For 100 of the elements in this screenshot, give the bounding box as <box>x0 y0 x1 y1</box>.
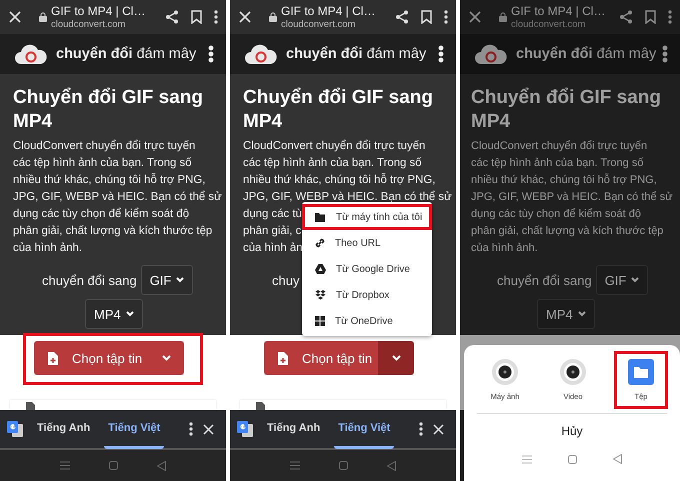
more-icon[interactable] <box>419 422 423 436</box>
dropbox-icon <box>315 290 326 300</box>
format-select[interactable]: GIF <box>140 265 194 295</box>
more-icon[interactable] <box>208 45 214 63</box>
paragraph-line: các tệp hình ảnh của bạn. Trong số <box>13 157 192 169</box>
paragraph-line: dụng các tùy chọn để kiểm soát độ <box>13 208 190 220</box>
page-url: cloudconvert.com <box>511 18 586 30</box>
chevron-icon <box>162 355 170 361</box>
cloud-logo-icon[interactable] <box>474 43 508 65</box>
convert-label: chuy <box>272 272 300 288</box>
share-icon[interactable] <box>619 10 633 24</box>
menu-icon[interactable] <box>290 461 300 470</box>
more-icon[interactable] <box>189 422 193 436</box>
page-heading: Chuyển đổi GIF sang MP4 <box>13 86 204 134</box>
translate-icon[interactable] <box>237 421 253 437</box>
home-icon[interactable] <box>568 454 577 464</box>
paragraph-line: của hình ảnh. <box>13 242 82 254</box>
format-select[interactable]: GIF <box>596 265 648 295</box>
back-icon[interactable] <box>387 460 396 470</box>
paragraph-line: JPG, GIF, WEBP và HEIC. Bạn có thể sử <box>243 191 452 203</box>
paragraph-line: CloudConvert chuyển đổi trực tuyến <box>13 140 196 152</box>
chevron-icon <box>578 311 586 317</box>
lock-icon <box>269 12 277 22</box>
back-icon[interactable] <box>157 460 166 470</box>
more-icon[interactable] <box>662 45 668 63</box>
paragraph-line: CloudConvert chuyển đổi trực tuyến <box>471 140 648 152</box>
paragraph-line: của hình ảnh. <box>471 242 538 254</box>
dropdown-toggle-button[interactable] <box>378 341 414 375</box>
paragraph-line: JPG, GIF, WEBP và HEIC. Bạn có thể sử <box>13 191 222 203</box>
back-icon[interactable] <box>613 454 622 464</box>
page-title: GIF to MP4 | Cl… <box>281 4 376 18</box>
menu-item[interactable]: Từ máy tính của tôi <box>302 204 432 230</box>
share-icon[interactable] <box>165 10 179 24</box>
paragraph-line: nhiều thứ khác, chúng tôi hỗ trợ PNG, <box>13 174 206 186</box>
language-tab[interactable]: Tiếng Anh <box>33 409 94 449</box>
brand-name[interactable]: chuyển đổi đám mây <box>516 46 656 62</box>
paragraph-line: phân giải, chất lượng và kích thước tệp <box>13 225 212 237</box>
page-url: cloudconvert.com <box>281 18 356 30</box>
bookmark-icon[interactable] <box>645 10 656 24</box>
convert-label: chuyển đổi sang <box>42 272 137 288</box>
home-icon[interactable] <box>338 461 348 470</box>
more-icon[interactable] <box>444 10 448 24</box>
chevron-icon <box>126 311 134 317</box>
close-icon[interactable] <box>469 11 481 23</box>
page-heading: Chuyển đổi GIF sang MP4 <box>243 86 434 134</box>
dropdown-toggle-button[interactable] <box>148 341 184 375</box>
page-heading: Chuyển đổi GIF sang MP4 <box>471 86 662 134</box>
close-icon[interactable] <box>9 11 21 23</box>
bookmark-icon[interactable] <box>421 10 432 24</box>
paragraph-line: JPG, GIF, WEBP và HEIC. Bạn có thể sử <box>471 191 673 203</box>
convert-label: chuyển đổi sang <box>497 272 592 288</box>
menu-icon[interactable] <box>60 461 70 470</box>
paragraph-line: nhiều thứ khác, chúng tôi hỗ trợ PNG, <box>243 174 436 186</box>
cloud-logo-icon[interactable] <box>14 43 48 65</box>
page-url: cloudconvert.com <box>51 18 126 30</box>
paragraph-line: của hình ản <box>243 242 303 254</box>
home-icon[interactable] <box>108 461 118 470</box>
paragraph-line: nhiều thứ khác, chúng tôi hỗ trợ PNG, <box>471 174 657 186</box>
bookmark-icon[interactable] <box>191 10 202 24</box>
share-icon[interactable] <box>395 10 409 24</box>
close-icon[interactable] <box>203 424 214 434</box>
file-plus-icon <box>278 352 288 364</box>
choose-file-button[interactable]: Chọn tập tin <box>264 341 378 375</box>
paragraph-line: dụng các tù <box>243 208 302 220</box>
menu-item[interactable]: Theo URL <box>302 230 432 256</box>
translate-icon[interactable] <box>7 421 23 437</box>
paragraph-line: phân giải, c <box>243 225 302 237</box>
menu-item[interactable]: Từ OneDrive <box>302 308 432 334</box>
brand-name[interactable]: chuyển đổi đám mây <box>56 46 196 62</box>
format-select[interactable]: MP4 <box>85 299 143 329</box>
paragraph-line: các tệp hình ảnh của bạn. Trong số <box>471 157 644 169</box>
page-title: GIF to MP4 | Cl… <box>51 4 146 18</box>
cloud-logo-icon[interactable] <box>244 43 278 65</box>
camera-lens-icon <box>492 359 518 385</box>
menu-item[interactable]: Từ Dropbox <box>302 282 432 308</box>
menu-item[interactable]: Từ Google Drive <box>302 256 432 282</box>
folder-icon <box>628 359 654 385</box>
page-title: GIF to MP4 | Cl… <box>511 4 606 18</box>
camera-lens-icon <box>560 359 586 385</box>
lock-icon <box>39 12 47 22</box>
link-icon <box>315 238 325 248</box>
more-icon[interactable] <box>438 45 444 63</box>
cancel-button[interactable]: Hủy <box>561 414 583 448</box>
windows-icon <box>315 316 325 326</box>
chevron-icon <box>392 355 400 361</box>
chevron-icon <box>176 277 184 283</box>
more-icon[interactable] <box>214 10 218 24</box>
paragraph-line: các tệp hình ảnh của bạn. Trong số <box>243 157 422 169</box>
triangle-drive-icon <box>315 264 326 274</box>
file-plus-icon <box>48 352 58 364</box>
language-tab[interactable]: Tiếng Anh <box>263 409 324 449</box>
choose-file-button[interactable]: Chọn tập tin <box>34 341 148 375</box>
brand-name[interactable]: chuyển đổi đám mây <box>286 46 426 62</box>
close-icon[interactable] <box>433 424 444 434</box>
close-icon[interactable] <box>239 11 251 23</box>
paragraph-line: CloudConvert chuyển đổi trực tuyến <box>243 140 426 152</box>
chevron-icon <box>631 277 640 283</box>
lock-icon <box>499 12 507 22</box>
format-select[interactable]: MP4 <box>537 299 595 329</box>
paragraph-line: phân giải, chất lượng và kích thước tệp <box>471 225 664 237</box>
